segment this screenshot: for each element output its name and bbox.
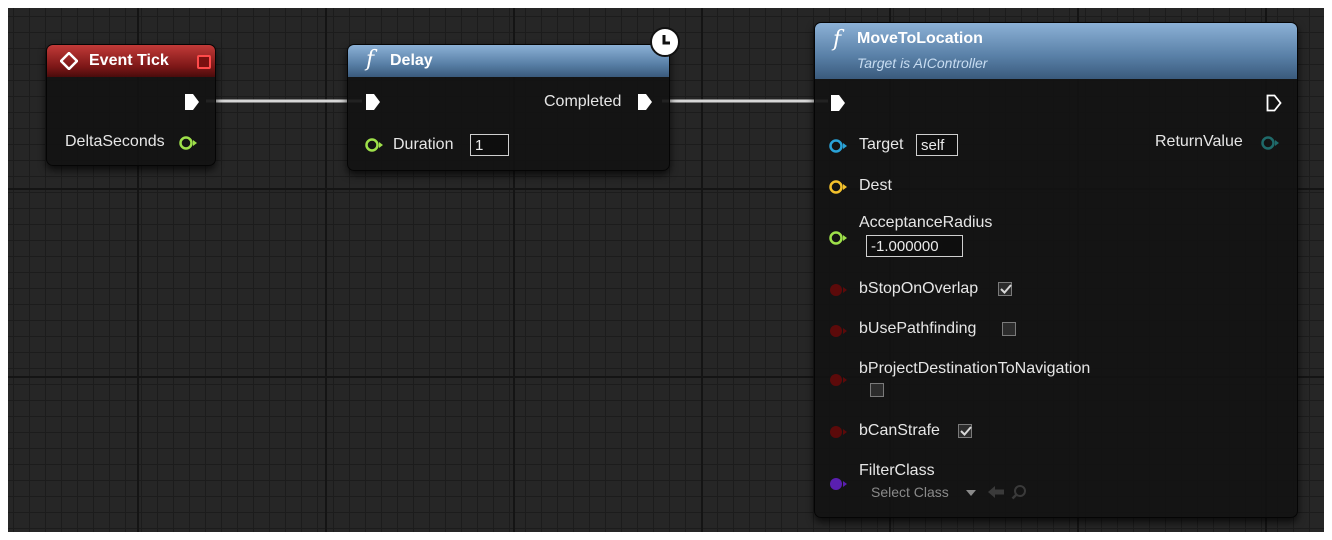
event-stop-icon — [197, 55, 211, 69]
delta-seconds-pin[interactable] — [179, 135, 199, 151]
function-icon: f — [833, 27, 842, 52]
delta-seconds-label: DeltaSeconds — [65, 133, 165, 150]
use-selected-arrow-icon[interactable] — [987, 485, 1005, 499]
event-tick-exec-out-pin[interactable] — [184, 93, 200, 111]
event-diamond-icon — [60, 52, 78, 70]
duration-input[interactable]: 1 — [470, 134, 509, 156]
can-strafe-checkbox[interactable] — [958, 424, 972, 438]
duration-label: Duration — [393, 136, 454, 153]
use-pathfinding-checkbox[interactable] — [1002, 322, 1016, 336]
select-class-text: Select Class — [871, 484, 949, 500]
delay-exec-in-pin[interactable] — [365, 93, 381, 111]
can-strafe-pin[interactable] — [829, 424, 849, 440]
use-pathfinding-label: bUsePathfinding — [859, 320, 977, 337]
delay-node[interactable]: f Delay Completed Duration 1 — [347, 44, 670, 171]
move-exec-out-pin[interactable] — [1266, 94, 1282, 112]
event-tick-title: Event Tick — [89, 52, 169, 69]
filter-class-pin[interactable] — [829, 476, 849, 492]
completed-exec-out-pin[interactable] — [637, 93, 653, 111]
event-tick-header[interactable]: Event Tick — [47, 45, 215, 77]
stop-on-overlap-label: bStopOnOverlap — [859, 280, 979, 297]
event-tick-node[interactable]: Event Tick DeltaSeconds — [46, 44, 216, 166]
completed-label: Completed — [544, 93, 622, 110]
dest-label: Dest — [859, 177, 892, 194]
return-value-label: ReturnValue — [1155, 133, 1243, 150]
acceptance-radius-input[interactable]: -1.000000 — [866, 235, 963, 257]
function-icon: f — [366, 47, 375, 72]
clock-icon — [650, 27, 680, 57]
stop-on-overlap-pin[interactable] — [829, 282, 849, 298]
move-to-location-title: MoveToLocation — [857, 30, 983, 47]
move-to-location-node[interactable]: f MoveToLocation Target is AIController … — [814, 22, 1298, 518]
dest-pin[interactable] — [829, 179, 849, 195]
dropdown-arrow-icon — [966, 490, 976, 496]
project-destination-checkbox[interactable] — [870, 383, 884, 397]
target-pin[interactable] — [829, 138, 849, 154]
stop-on-overlap-checkbox[interactable] — [998, 282, 1012, 296]
checkmark-icon — [960, 426, 972, 436]
move-to-location-subtitle: Target is AIController — [857, 55, 988, 71]
target-label: Target — [859, 136, 904, 153]
can-strafe-label: bCanStrafe — [859, 422, 940, 439]
acceptance-radius-pin[interactable] — [829, 230, 849, 246]
move-to-location-header[interactable]: f MoveToLocation Target is AIController — [815, 23, 1297, 79]
checkmark-icon — [1000, 284, 1012, 294]
duration-pin[interactable] — [365, 137, 385, 153]
acceptance-radius-label: AcceptanceRadius — [859, 214, 993, 231]
move-exec-in-pin[interactable] — [830, 94, 846, 112]
delay-title: Delay — [390, 52, 433, 69]
filter-class-label: FilterClass — [859, 462, 935, 479]
return-value-pin[interactable] — [1261, 135, 1281, 151]
browse-search-icon[interactable] — [1011, 484, 1027, 500]
target-value[interactable]: self — [916, 134, 958, 156]
use-pathfinding-pin[interactable] — [829, 323, 849, 339]
filter-class-dropdown[interactable]: Select Class — [871, 483, 983, 503]
delay-header[interactable]: f Delay — [348, 45, 669, 77]
project-destination-label: bProjectDestinationToNavigation — [859, 360, 1091, 377]
project-destination-pin[interactable] — [829, 372, 849, 388]
